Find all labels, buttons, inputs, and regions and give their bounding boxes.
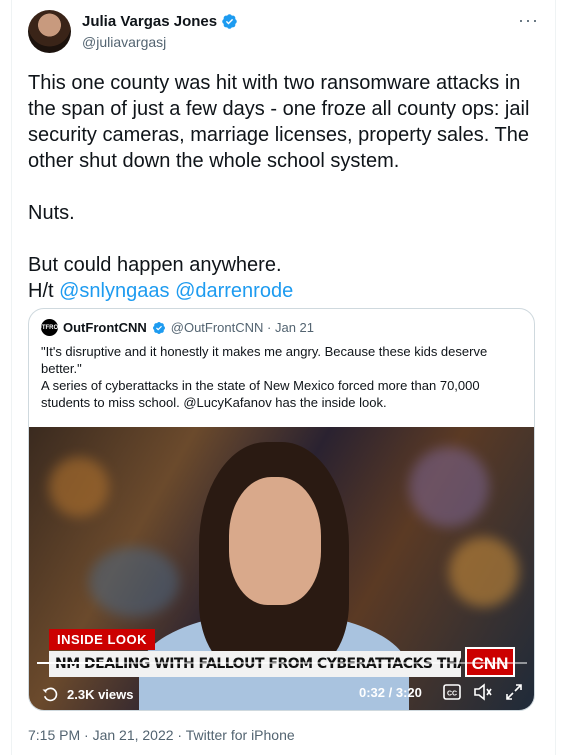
background-light [89,547,179,617]
presenter-face [229,477,321,605]
video-control-icons: CC [443,683,523,701]
quoted-tweet-header: OUTFRONT OutFrontCNN @OutFrontCNN · Jan … [33,319,314,336]
author-handle[interactable]: @juliavargasj [82,34,166,50]
video-time: 0:32 / 3:20 [359,685,422,700]
video-player[interactable]: INSIDE LOOK NM DEALING WITH FALLOUT FROM… [29,427,534,710]
volume-icon[interactable] [473,683,493,701]
lower-third-tag: INSIDE LOOK [49,629,156,650]
quoted-author-name[interactable]: OutFrontCNN [63,320,147,335]
quoted-author-avatar[interactable]: OUTFRONT [33,319,66,336]
tweet-text: This one county was hit with two ransomw… [28,72,530,302]
video-progress-fill [37,662,116,664]
author-name[interactable]: Julia Vargas Jones [82,13,217,30]
tweet-timestamp[interactable]: 7:15 PM · Jan 21, 2022 · Twitter for iPh… [28,727,295,743]
mention-link[interactable]: @snlyngaas [59,280,169,302]
background-light [449,537,519,607]
quoted-handle-date[interactable]: @OutFrontCNN · Jan 21 [171,320,314,335]
background-light [49,457,109,517]
video-progress-bar[interactable] [37,662,527,664]
quoted-tweet[interactable]: OUTFRONT OutFrontCNN @OutFrontCNN · Jan … [28,308,535,711]
video-controls: 2.3K views 0:32 / 3:20 CC [29,680,534,710]
verified-badge-icon [222,14,237,29]
background-light [409,447,489,527]
fullscreen-icon[interactable] [505,683,523,701]
author-avatar[interactable] [28,10,71,53]
quoted-tweet-text: "It's disruptive and it honestly it make… [41,344,488,410]
lower-third-headline: NM DEALING WITH FALLOUT FROM CYBERATTACK… [49,651,461,677]
svg-text:CC: CC [447,691,457,698]
mention-link[interactable]: @darrenrode [175,280,293,302]
captions-icon[interactable]: CC [443,684,461,700]
view-count-text: 2.3K views [67,686,134,702]
tweet-body: This one county was hit with two ransomw… [28,70,543,304]
view-count: 2.3K views [41,685,134,703]
replay-icon[interactable] [41,685,59,703]
author-name-row[interactable]: Julia Vargas Jones [82,13,238,30]
verified-badge-icon [152,321,165,334]
more-options-icon[interactable]: ··· [518,10,539,31]
